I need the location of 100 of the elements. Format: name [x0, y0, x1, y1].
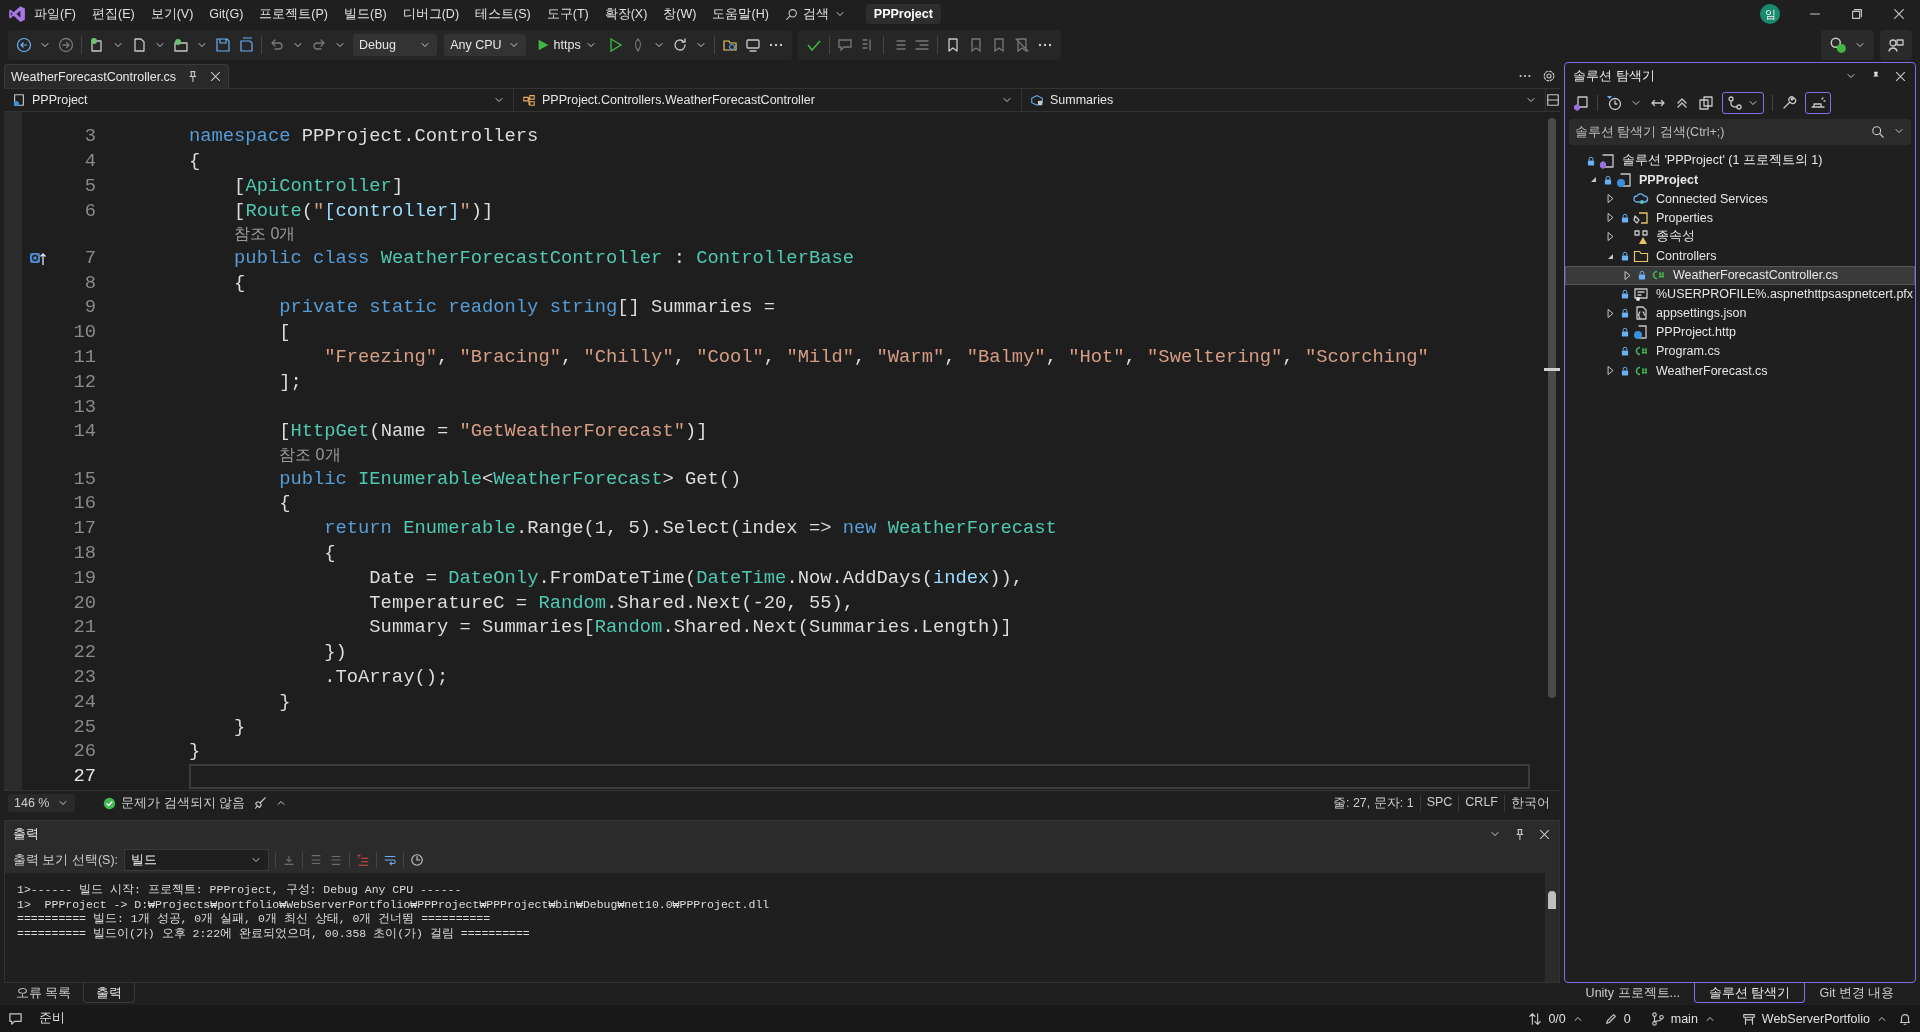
- tree-item[interactable]: PPProject: [1565, 170, 1915, 190]
- menu-item[interactable]: 프로젝트(P): [251, 5, 336, 23]
- timestamp-icon[interactable]: [410, 853, 425, 867]
- sync-status[interactable]: 0/0: [1528, 1011, 1584, 1026]
- member-dropdown[interactable]: Summaries: [1022, 89, 1546, 111]
- line-ending[interactable]: CRLF: [1458, 794, 1504, 812]
- copilot-icon[interactable]: [1829, 36, 1847, 54]
- undo-icon[interactable]: [269, 37, 285, 53]
- refresh-icon[interactable]: [671, 37, 688, 53]
- switch-views-icon[interactable]: [1573, 95, 1589, 111]
- menu-item[interactable]: 디버그(D): [394, 5, 468, 23]
- menu-item[interactable]: 도구(T): [538, 5, 597, 23]
- browser-link-icon[interactable]: [744, 37, 761, 53]
- issues-status[interactable]: 문제가 검색되지 않음: [121, 794, 246, 812]
- document-tab[interactable]: WeatherForecastController.cs: [4, 64, 230, 88]
- preview-selected-items-button[interactable]: [1805, 92, 1831, 114]
- platform-dropdown[interactable]: Any CPU: [444, 34, 526, 56]
- code-token: namespace: [189, 125, 291, 148]
- clear-all-icon[interactable]: [356, 853, 371, 867]
- find-in-files-icon[interactable]: [721, 37, 738, 53]
- menu-item[interactable]: 도움말(H): [704, 5, 777, 23]
- settings-icon[interactable]: [1542, 69, 1556, 83]
- panel-tab[interactable]: 출력: [83, 983, 136, 1003]
- close-icon[interactable]: [209, 70, 223, 83]
- add-item-icon[interactable]: [173, 37, 189, 53]
- menu-item[interactable]: 창(W): [655, 5, 705, 23]
- close-icon[interactable]: [1892, 7, 1906, 21]
- panel-tab[interactable]: Git 변경 내용: [1805, 983, 1909, 1003]
- encoding-language[interactable]: 한국어: [1504, 794, 1556, 812]
- notification-bell-icon[interactable]: [1898, 1011, 1912, 1026]
- forward-icon[interactable]: [58, 37, 74, 53]
- panel-tab[interactable]: 솔루션 탐색기: [1694, 983, 1806, 1003]
- scrollbar[interactable]: [1545, 873, 1559, 982]
- panel-tab[interactable]: 오류 목록: [4, 983, 84, 1003]
- clear-bookmarks-icon[interactable]: [1013, 37, 1030, 53]
- tree-item[interactable]: Program.cs: [1565, 341, 1915, 362]
- code-cleanup-icon[interactable]: [253, 796, 268, 810]
- search-field[interactable]: 솔루션 탐색기 검색(Ctrl+;): [1569, 119, 1911, 145]
- account-avatar[interactable]: 임: [1760, 4, 1780, 24]
- tree-item[interactable]: Properties: [1565, 208, 1915, 228]
- tree-item[interactable]: %USERPROFILE%.aspnethttpsaspnetcert.pfx: [1565, 284, 1915, 304]
- output-window-icon[interactable]: [8, 1011, 23, 1026]
- word-wrap-icon[interactable]: [383, 853, 398, 867]
- new-project-icon[interactable]: [89, 37, 105, 53]
- repository-status[interactable]: WebServerPortfolio: [1741, 1011, 1888, 1026]
- search-icon: [784, 7, 798, 21]
- restore-icon[interactable]: [1850, 7, 1864, 21]
- configuration-dropdown[interactable]: Debug: [353, 34, 438, 56]
- search-button[interactable]: 검색: [776, 5, 854, 23]
- pin-icon[interactable]: [1513, 827, 1526, 841]
- menu-item[interactable]: Git(G): [201, 7, 252, 21]
- tree-item[interactable]: Controllers: [1565, 246, 1915, 266]
- output-source-dropdown[interactable]: 빌드: [124, 849, 270, 871]
- close-icon[interactable]: [1894, 69, 1907, 83]
- indent-icon[interactable]: [913, 37, 930, 53]
- save-all-icon[interactable]: [238, 37, 254, 53]
- code-token: Summary = Summaries[: [369, 616, 595, 639]
- branch-status[interactable]: main: [1650, 1011, 1716, 1026]
- cursor-position[interactable]: 줄: 27, 문자: 1: [1326, 794, 1420, 812]
- panel-title: 솔루션 탐색기: [1573, 67, 1655, 85]
- zoom-dropdown[interactable]: 146 %: [8, 794, 76, 812]
- pending-changes-filter-icon[interactable]: [1606, 95, 1622, 111]
- show-all-files-icon[interactable]: [1698, 95, 1714, 111]
- whitespace-mode[interactable]: SPC: [1419, 794, 1459, 812]
- tree-item[interactable]: Connected Services: [1565, 189, 1915, 209]
- project-dropdown[interactable]: PPProject: [4, 89, 514, 111]
- comment-icon[interactable]: [836, 37, 853, 53]
- properties-wrench-icon[interactable]: [1781, 95, 1797, 111]
- git-filter-button[interactable]: [1722, 92, 1764, 114]
- menu-item[interactable]: 보기(V): [142, 5, 202, 23]
- back-icon[interactable]: [16, 37, 32, 53]
- menu-item[interactable]: 파일(F): [26, 5, 84, 23]
- reference-count-link[interactable]: 참조 0개: [234, 223, 296, 245]
- preview-icon: [1810, 95, 1826, 111]
- tree-item[interactable]: WeatherForecastController.cs: [1565, 265, 1915, 285]
- redo-icon[interactable]: [311, 37, 327, 53]
- tree-item[interactable]: appsettings.json: [1565, 303, 1915, 323]
- tree-item[interactable]: WeatherForecast.cs: [1565, 361, 1915, 381]
- code-token: [: [234, 199, 246, 222]
- split-icon[interactable]: [1546, 93, 1560, 107]
- tree-item[interactable]: 종속성: [1565, 227, 1915, 247]
- code-token: ,: [944, 346, 957, 369]
- menu-item[interactable]: 확장(X): [596, 5, 656, 23]
- panel-tab[interactable]: Unity 프로젝트...: [1571, 983, 1694, 1003]
- menu-item[interactable]: 빌드(B): [336, 5, 395, 23]
- field-icon: [1030, 93, 1044, 107]
- menu-item[interactable]: 편집(E): [83, 5, 143, 23]
- open-file-icon[interactable]: [131, 37, 147, 53]
- run-button[interactable]: https: [532, 34, 600, 56]
- menu-item[interactable]: 테스트(S): [467, 5, 539, 23]
- close-icon[interactable]: [1538, 827, 1551, 841]
- tree-item[interactable]: 솔루션 'PPProject' (1 프로젝트의 1): [1565, 151, 1915, 171]
- reference-count-link[interactable]: 참조 0개: [279, 444, 341, 466]
- pending-changes-status[interactable]: 0: [1603, 1011, 1631, 1026]
- tree-item[interactable]: PPProject.http: [1565, 322, 1915, 342]
- type-dropdown[interactable]: PPProject.Controllers.WeatherForecastController: [514, 89, 1022, 111]
- save-icon[interactable]: [215, 37, 231, 53]
- output-line: 1> PPProject -> D:₩Projects₩portfolio₩WebServerPortfolio₩PPProject₩PPProject₩bin₩Debug₩net10.0₩PPProject.dll: [17, 897, 771, 913]
- feedback-icon[interactable]: [1888, 37, 1904, 53]
- code-token: {: [279, 492, 291, 515]
